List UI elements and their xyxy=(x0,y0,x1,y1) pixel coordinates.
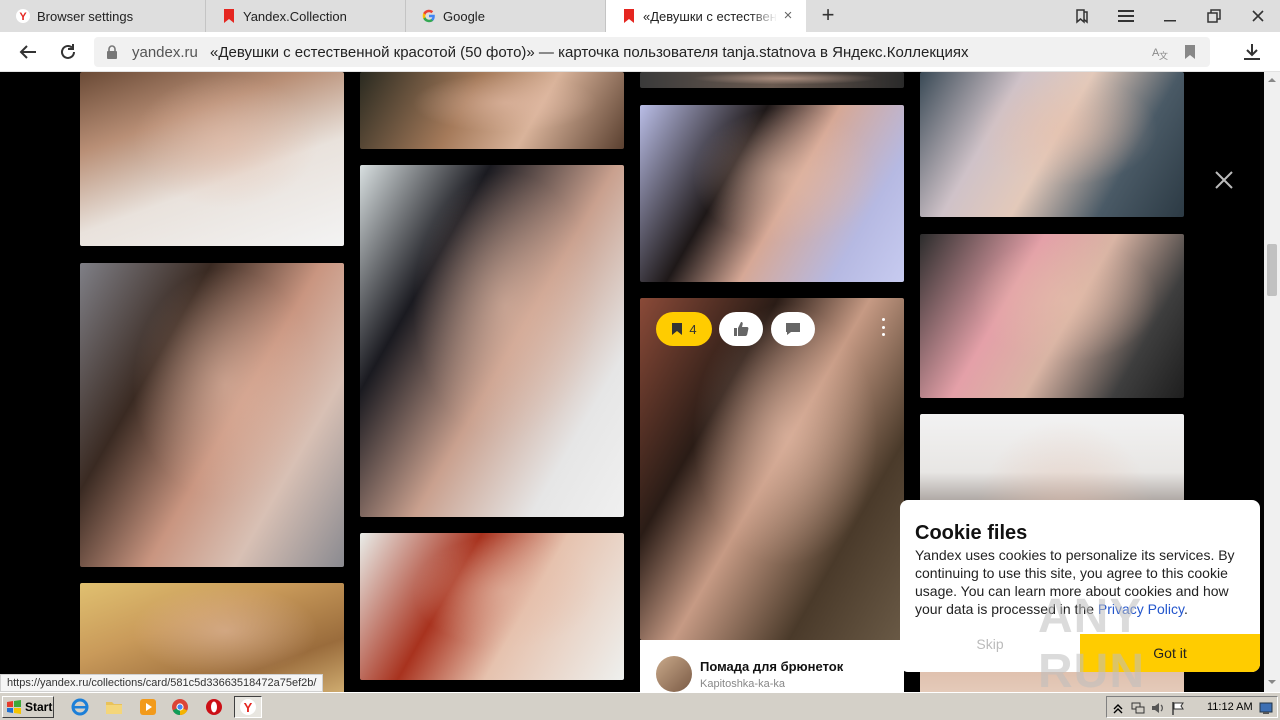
minimize-icon[interactable] xyxy=(1148,0,1192,32)
file-explorer-icon[interactable] xyxy=(100,696,128,718)
save-to-collection-button[interactable]: 4 xyxy=(656,312,712,346)
collection-card-image[interactable] xyxy=(920,72,1184,217)
status-url-tooltip: https://yandex.ru/collections/card/581c5… xyxy=(0,674,324,692)
downloads-icon[interactable] xyxy=(1240,40,1264,64)
tab-devushki-card[interactable]: «Девушки с естественной красотой (50 фот… xyxy=(606,0,806,32)
tab-close-icon[interactable]: × xyxy=(780,8,796,24)
show-desktop-icon[interactable] xyxy=(1259,701,1273,715)
svg-text:Y: Y xyxy=(244,700,253,715)
tab-google[interactable]: Google xyxy=(406,0,606,32)
card-footer[interactable]: Помада для брюнеток Kapitoshka-ka-ka xyxy=(640,640,904,692)
show-hidden-icons-icon[interactable] xyxy=(1111,701,1125,715)
reload-icon[interactable] xyxy=(56,40,80,64)
windows-taskbar: Start Y 11:12 AM xyxy=(0,692,1280,720)
avatar[interactable] xyxy=(656,656,692,692)
url-domain: yandex.ru xyxy=(132,44,198,61)
scroll-down-arrow-icon[interactable] xyxy=(1268,678,1276,686)
pin-count: 4 xyxy=(689,321,697,337)
page-scrollbar[interactable] xyxy=(1264,72,1280,692)
system-tray: 11:12 AM xyxy=(1106,696,1278,718)
card-title[interactable]: Помада для брюнеток xyxy=(700,659,843,674)
bookmarks-panel-icon[interactable] xyxy=(1060,0,1104,32)
google-g-icon xyxy=(422,9,436,23)
chrome-icon[interactable] xyxy=(166,696,194,718)
thumbs-up-icon xyxy=(734,322,749,336)
tab-title: Google xyxy=(443,8,485,24)
card-author[interactable]: Kapitoshka-ka-ka xyxy=(700,678,785,690)
tab-browser-settings[interactable]: Y Browser settings xyxy=(0,0,206,32)
translate-icon[interactable]: A文 xyxy=(1152,44,1168,61)
media-player-icon[interactable] xyxy=(134,696,162,718)
page-title: «Девушки с естественной красотой (50 фот… xyxy=(210,44,969,61)
internet-explorer-icon[interactable] xyxy=(66,696,94,718)
bookmark-icon xyxy=(672,323,683,335)
lock-icon[interactable] xyxy=(106,45,118,64)
navigation-bar: yandex.ru «Девушки с естественной красот… xyxy=(0,32,1280,72)
close-window-icon[interactable] xyxy=(1236,0,1280,32)
svg-text:文: 文 xyxy=(1159,50,1168,60)
collections-bookmark-icon xyxy=(622,9,636,23)
network-icon[interactable] xyxy=(1131,701,1145,715)
featured-card-image[interactable]: 4 xyxy=(640,298,904,640)
new-tab-plus-icon[interactable]: + xyxy=(814,4,842,28)
start-label: Start xyxy=(25,700,53,714)
action-center-flag-icon[interactable] xyxy=(1171,701,1185,715)
skip-button[interactable]: Skip xyxy=(950,636,1030,652)
like-button[interactable] xyxy=(719,312,763,346)
anyrun-watermark: ANY RUN xyxy=(1038,590,1258,698)
yandex-browser-icon[interactable]: Y xyxy=(234,696,262,718)
collection-card-image[interactable] xyxy=(920,234,1184,398)
watermark-text: ANY RUN xyxy=(1038,590,1145,698)
back-arrow-icon[interactable] xyxy=(16,40,40,64)
close-icon[interactable] xyxy=(1212,168,1236,192)
scroll-up-arrow-icon[interactable] xyxy=(1268,76,1276,84)
restore-icon[interactable] xyxy=(1192,0,1236,32)
collection-card-image[interactable] xyxy=(80,72,344,246)
collection-card-image[interactable] xyxy=(360,72,624,149)
collection-card-image[interactable] xyxy=(360,533,624,680)
collection-card-image[interactable] xyxy=(640,105,904,282)
menu-hamburger-icon[interactable] xyxy=(1104,0,1148,32)
collection-card-image[interactable] xyxy=(80,263,344,567)
scrollbar-thumb[interactable] xyxy=(1267,244,1277,296)
opera-icon[interactable] xyxy=(200,696,228,718)
tab-strip: Y Browser settings Yandex.Collection Goo… xyxy=(0,0,1280,32)
bookmark-icon[interactable] xyxy=(1184,44,1200,60)
more-options-icon[interactable] xyxy=(880,318,886,336)
volume-icon[interactable] xyxy=(1151,701,1165,715)
start-button[interactable]: Start xyxy=(2,696,54,718)
comment-icon xyxy=(786,323,800,335)
svg-text:Y: Y xyxy=(19,11,27,23)
tab-title: «Девушки с естественной красотой (50 фот… xyxy=(643,8,777,24)
system-clock[interactable]: 11:12 AM xyxy=(1207,701,1253,713)
collection-card-image[interactable] xyxy=(360,165,624,517)
tab-yandex-collection[interactable]: Yandex.Collection xyxy=(206,0,406,32)
collections-bookmark-icon xyxy=(222,9,236,23)
collection-card-image[interactable] xyxy=(640,72,904,88)
address-bar[interactable]: yandex.ru «Девушки с естественной красот… xyxy=(94,37,1210,67)
comment-button[interactable] xyxy=(771,312,815,346)
windows-logo-icon xyxy=(7,700,21,714)
yandex-y-icon: Y xyxy=(16,9,30,23)
tab-title: Yandex.Collection xyxy=(243,8,347,24)
tab-title: Browser settings xyxy=(37,8,134,24)
cookie-title: Cookie files xyxy=(915,522,1028,544)
